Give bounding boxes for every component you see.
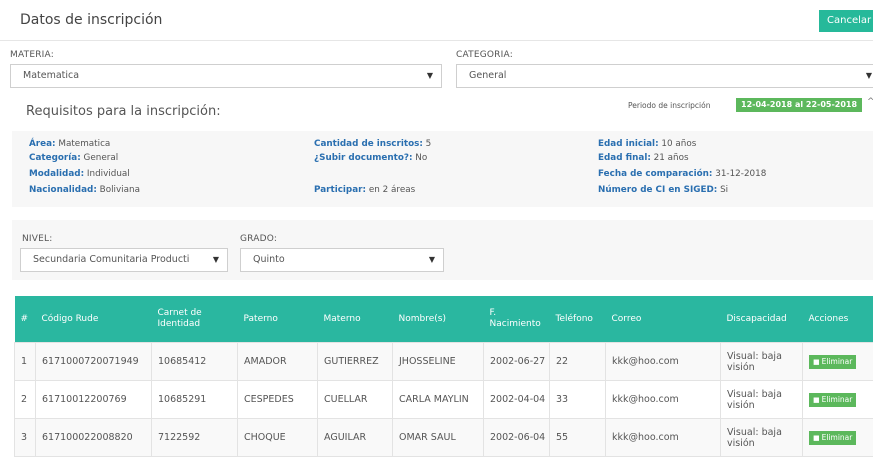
page-title: Datos de inscripción: [20, 12, 163, 28]
cell-telefono: 55: [549, 418, 606, 457]
cell-index: 1: [14, 342, 36, 381]
cell-discapacidad: Visual: baja visión: [720, 380, 803, 419]
cell-correo: kkk@hoo.com: [605, 380, 721, 419]
info-inscritos: Cantidad de inscritos: 5: [314, 139, 432, 149]
col-header: #: [14, 296, 36, 343]
requisitos-details: Área: Matematica Categoría: General Moda…: [12, 131, 873, 207]
cell-materno: GUTIERREZ: [317, 342, 393, 381]
col-header: Carnet de Identidad: [151, 296, 238, 343]
period-badge: 12-04-2018 al 22-05-2018: [736, 98, 863, 112]
cell-index: 2: [14, 380, 36, 419]
cell-codigo-rude: 61710012200769: [35, 380, 152, 419]
table-header-row: # Código Rude Carnet de Identidad Patern…: [14, 296, 873, 343]
categoria-value: General: [469, 70, 507, 81]
col-header: Código Rude: [35, 296, 152, 343]
delete-button[interactable]: ■ Eliminar: [809, 354, 857, 369]
trash-icon: ■: [813, 395, 820, 404]
col-header: Teléfono: [549, 296, 606, 343]
requisitos-title: Requisitos para la inscripción:: [26, 104, 221, 119]
delete-button[interactable]: ■ Eliminar: [809, 392, 857, 407]
requisitos-panel: Requisitos para la inscripción: Periodo …: [12, 93, 873, 133]
period-label: Periodo de inscripción: [628, 101, 711, 110]
chevron-down-icon: ▼: [212, 255, 219, 264]
table-row: 3 617100022008820 7122592 CHOQUE AGUILAR…: [14, 418, 873, 457]
grado-select[interactable]: Quinto ▼: [240, 248, 444, 272]
col-header: Nombre(s): [392, 296, 484, 343]
cell-discapacidad: Visual: baja visión: [720, 418, 803, 457]
cell-paterno: CESPEDES: [237, 380, 318, 419]
info-edad-inicial: Edad inicial: 10 años: [598, 139, 697, 149]
cell-correo: kkk@hoo.com: [605, 418, 721, 457]
info-fecha-comparacion: Fecha de comparación: 31-12-2018: [598, 169, 767, 179]
cell-carnet: 10685291: [151, 380, 238, 419]
cell-paterno: AMADOR: [237, 342, 318, 381]
materia-value: Matematica: [23, 70, 80, 81]
info-modalidad: Modalidad: Individual: [29, 169, 130, 179]
page-header: Datos de inscripción Cancelar: [0, 0, 873, 41]
cancel-button[interactable]: Cancelar: [819, 10, 873, 32]
col-header: Discapacidad: [720, 296, 803, 343]
info-documento: ¿Subir documento?: No: [314, 153, 428, 163]
cell-carnet: 7122592: [151, 418, 238, 457]
grado-value: Quinto: [253, 254, 285, 265]
nivel-label: NIVEL:: [22, 234, 53, 244]
grado-label: GRADO:: [240, 234, 278, 244]
col-header: Materno: [317, 296, 393, 343]
cell-nombres: JHOSSELINE: [392, 342, 484, 381]
cell-nacimiento: 2002-06-27: [483, 342, 550, 381]
info-participar: Participar: en 2 áreas: [314, 185, 416, 195]
categoria-select[interactable]: General ▼: [456, 64, 873, 88]
cell-acciones: ■ Eliminar: [802, 342, 873, 381]
cell-nombres: OMAR SAUL: [392, 418, 484, 457]
cell-nacimiento: 2002-04-04: [483, 380, 550, 419]
cell-nombres: CARLA MAYLIN: [392, 380, 484, 419]
col-header: F. Nacimiento: [483, 296, 550, 343]
cell-telefono: 22: [549, 342, 606, 381]
table-row: 1 6171000720071949 10685412 AMADOR GUTIE…: [14, 342, 873, 381]
info-nacionalidad: Nacionalidad: Boliviana: [29, 185, 140, 195]
cell-codigo-rude: 617100022008820: [35, 418, 152, 457]
cell-carnet: 10685412: [151, 342, 238, 381]
info-area: Área: Matematica: [29, 139, 111, 149]
page: Datos de inscripción Cancelar MATERIA: M…: [0, 0, 873, 458]
cell-materno: CUELLAR: [317, 380, 393, 419]
cell-acciones: ■ Eliminar: [802, 380, 873, 419]
cell-materno: AGUILAR: [317, 418, 393, 457]
nivel-select[interactable]: Secundaria Comunitaria Producti ▼: [20, 248, 228, 272]
info-categoria: Categoría: General: [29, 153, 119, 163]
chevron-down-icon: ▼: [428, 255, 435, 264]
table-row: 2 61710012200769 10685291 CESPEDES CUELL…: [14, 380, 873, 419]
cell-correo: kkk@hoo.com: [605, 342, 721, 381]
col-header: Correo: [605, 296, 721, 343]
delete-button[interactable]: ■ Eliminar: [809, 430, 857, 445]
cell-telefono: 33: [549, 380, 606, 419]
col-header: Acciones: [802, 296, 873, 343]
info-ci-siged: Número de CI en SIGED: Si: [598, 185, 729, 195]
cell-nacimiento: 2002-06-04: [483, 418, 550, 457]
info-edad-final: Edad final: 21 años: [598, 153, 689, 163]
cell-paterno: CHOQUE: [237, 418, 318, 457]
chevron-up-icon[interactable]: ^: [867, 97, 873, 107]
materia-label: MATERIA:: [10, 50, 54, 60]
cell-discapacidad: Visual: baja visión: [720, 342, 803, 381]
cell-codigo-rude: 6171000720071949: [35, 342, 152, 381]
trash-icon: ■: [813, 433, 820, 442]
chevron-down-icon: ▼: [865, 71, 872, 80]
cell-index: 3: [14, 418, 36, 457]
col-header: Paterno: [237, 296, 318, 343]
trash-icon: ■: [813, 357, 820, 366]
cell-acciones: ■ Eliminar: [802, 418, 873, 457]
chevron-down-icon: ▼: [426, 71, 433, 80]
categoria-label: CATEGORIA:: [456, 50, 513, 60]
students-table: # Código Rude Carnet de Identidad Patern…: [14, 296, 873, 457]
nivel-value: Secundaria Comunitaria Producti: [33, 254, 190, 265]
materia-select[interactable]: Matematica ▼: [10, 64, 442, 88]
